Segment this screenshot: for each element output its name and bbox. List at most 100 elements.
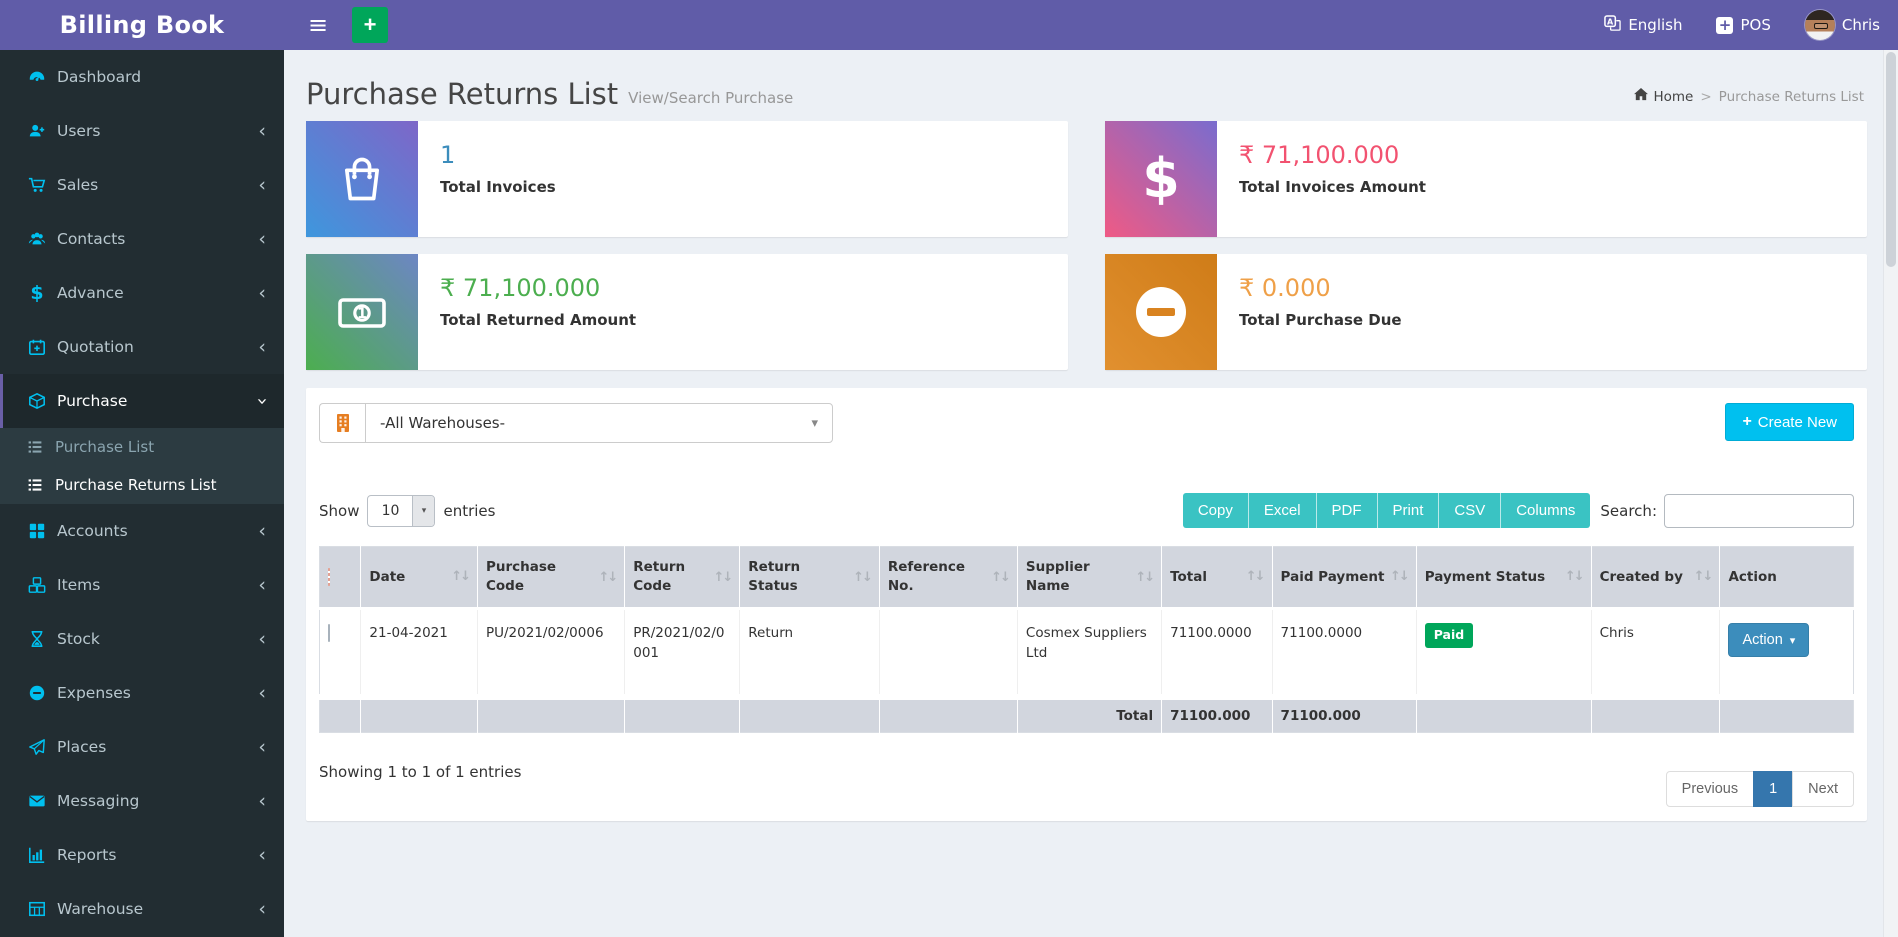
scrollbar-thumb[interactable] [1886, 52, 1896, 267]
cube-icon [28, 392, 46, 410]
app-brand[interactable]: Billing Book [0, 0, 284, 50]
minus-circle-icon [28, 684, 46, 702]
breadcrumb: Home > Purchase Returns List [1634, 88, 1864, 109]
sidebar-item-advance[interactable]: $ Advance ‹ [0, 266, 284, 320]
chevron-left-icon: ‹ [258, 789, 266, 812]
column-header-date[interactable]: Date ↑↓ [360, 546, 478, 610]
chevron-left-icon: ‹ [258, 281, 266, 304]
print-button[interactable]: Print [1377, 493, 1440, 528]
select-all-checkbox[interactable] [328, 568, 330, 586]
select-all-header [319, 546, 361, 610]
sort-icon: ↑↓ [1135, 569, 1155, 585]
previous-page-button[interactable]: Previous [1665, 770, 1755, 807]
chevron-left-icon: ‹ [258, 335, 266, 358]
user-plus-icon [28, 122, 46, 140]
excel-button[interactable]: Excel [1248, 493, 1317, 528]
search-input[interactable] [1664, 493, 1854, 528]
column-header-purchase-code[interactable]: Purchase Code ↑↓ [476, 546, 625, 610]
breadcrumb-current: Purchase Returns List [1718, 88, 1864, 105]
scrollbar[interactable] [1883, 50, 1898, 937]
sidebar-item-expenses[interactable]: Expenses ‹ [0, 666, 284, 720]
chevron-down-icon: ‹ [250, 397, 273, 405]
create-new-button[interactable]: + Create New [1725, 403, 1854, 441]
plus-icon: + [1742, 413, 1752, 430]
translate-icon: A [1604, 14, 1622, 36]
chevron-left-icon: ‹ [258, 681, 266, 704]
columns-button[interactable]: Columns [1501, 493, 1591, 528]
sidebar-item-quotation[interactable]: Quotation ‹ [0, 320, 284, 374]
card-label: Total Invoices Amount [1239, 178, 1426, 196]
footer-total-value: 71100.000 [1161, 693, 1273, 732]
sidebar-item-stock[interactable]: Stock ‹ [0, 612, 284, 666]
table-row: 21-04-2021 PU/2021/02/0006 PR/2021/02/00… [319, 608, 1854, 697]
caret-down-icon: ▾ [412, 495, 435, 526]
sort-icon: ↑↓ [1245, 569, 1266, 585]
sidebar-item-accounts[interactable]: Accounts ‹ [0, 504, 284, 558]
chevron-left-icon: ‹ [258, 573, 266, 596]
return-status-cell: Return [739, 608, 880, 697]
sidebar-item-sales[interactable]: Sales ‹ [0, 158, 284, 212]
hamburger-icon[interactable]: ≡ [298, 9, 338, 41]
column-header-return-code[interactable]: Return Code ↑↓ [624, 546, 740, 610]
page-length-control: Show 10 ▾ entries [319, 494, 495, 527]
content-header: Purchase Returns List View/Search Purcha… [284, 50, 1898, 109]
users-icon [28, 230, 46, 248]
card-total-invoices: 1 Total Invoices [306, 121, 1068, 237]
copy-button[interactable]: Copy [1182, 493, 1249, 528]
user-menu[interactable]: Chris [1804, 10, 1880, 40]
column-header-created-by[interactable]: Created by ↑↓ [1590, 546, 1720, 610]
search-control: Search: [1600, 493, 1854, 528]
sidebar-item-places[interactable]: Places ‹ [0, 720, 284, 774]
column-header-supplier-name[interactable]: Supplier Name ↑↓ [1016, 546, 1162, 610]
sidebar-item-purchase[interactable]: Purchase ‹ [0, 374, 284, 428]
username: Chris [1841, 16, 1880, 34]
sidebar-item-purchase-list[interactable]: Purchase List [0, 428, 284, 466]
sidebar-item-warehouse[interactable]: Warehouse ‹ [0, 882, 284, 936]
sidebar-item-dashboard[interactable]: Dashboard [0, 50, 284, 104]
sidebar-item-users[interactable]: Users ‹ [0, 104, 284, 158]
bar-chart-icon [28, 846, 46, 864]
page-length-select[interactable]: 10 ▾ [367, 494, 436, 527]
plus-square-icon: + [1716, 16, 1734, 34]
showing-info: Showing 1 to 1 of 1 entries [319, 762, 522, 781]
sidebar-item-messaging[interactable]: Messaging ‹ [0, 774, 284, 828]
paid-payment-cell: 71100.0000 [1271, 608, 1417, 697]
footer-paid-value: 71100.000 [1271, 693, 1417, 732]
home-icon [1634, 88, 1649, 105]
language-menu[interactable]: A English [1604, 14, 1682, 36]
csv-button[interactable]: CSV [1439, 493, 1502, 528]
quick-add-button[interactable]: + [352, 7, 389, 43]
row-checkbox[interactable] [328, 624, 330, 642]
column-header-total[interactable]: Total ↑↓ [1161, 546, 1273, 610]
purchase-code-cell: PU/2021/02/0006 [476, 608, 625, 697]
chevron-left-icon: ‹ [258, 119, 266, 142]
sidebar-item-purchase-returns-list[interactable]: Purchase Returns List [0, 466, 284, 504]
next-page-button[interactable]: Next [1792, 770, 1854, 807]
sidebar-item-items[interactable]: Items ‹ [0, 558, 284, 612]
export-button-group: Copy Excel PDF Print CSV Columns [1182, 493, 1591, 528]
sort-icon: ↑↓ [1389, 569, 1410, 585]
chevron-left-icon: ‹ [258, 627, 266, 650]
card-value: ₹ 71,100.000 [1239, 141, 1400, 169]
column-header-return-status[interactable]: Return Status ↑↓ [739, 546, 880, 610]
column-header-payment-status[interactable]: Payment Status ↑↓ [1415, 546, 1592, 610]
sidebar-item-contacts[interactable]: Contacts ‹ [0, 212, 284, 266]
list-icon [26, 476, 44, 494]
breadcrumb-home[interactable]: Home [1634, 88, 1693, 105]
sort-icon: ↑↓ [853, 569, 873, 585]
column-header-reference-no[interactable]: Reference No. ↑↓ [878, 546, 1018, 610]
chevron-left-icon: ‹ [258, 735, 266, 758]
date-cell: 21-04-2021 [360, 608, 478, 697]
pdf-button[interactable]: PDF [1316, 493, 1378, 528]
sidebar: Dashboard Users ‹ Sales ‹ Contacts ‹ $ A… [0, 50, 284, 937]
svg-text:A: A [1607, 17, 1614, 26]
pos-button[interactable]: + POS [1716, 16, 1771, 34]
sidebar-item-reports[interactable]: Reports ‹ [0, 828, 284, 882]
action-dropdown-button[interactable]: Action ▾ [1728, 623, 1810, 657]
warehouse-select[interactable]: -All Warehouses- ▾ [365, 403, 833, 443]
column-header-paid-payment[interactable]: Paid Payment ↑↓ [1271, 546, 1417, 610]
card-value: ₹ 0.000 [1239, 274, 1331, 302]
supplier-name-cell: Cosmex Suppliers Ltd [1016, 608, 1162, 697]
footer-total-label: Total [1016, 693, 1162, 732]
page-1-button[interactable]: 1 [1753, 770, 1794, 807]
